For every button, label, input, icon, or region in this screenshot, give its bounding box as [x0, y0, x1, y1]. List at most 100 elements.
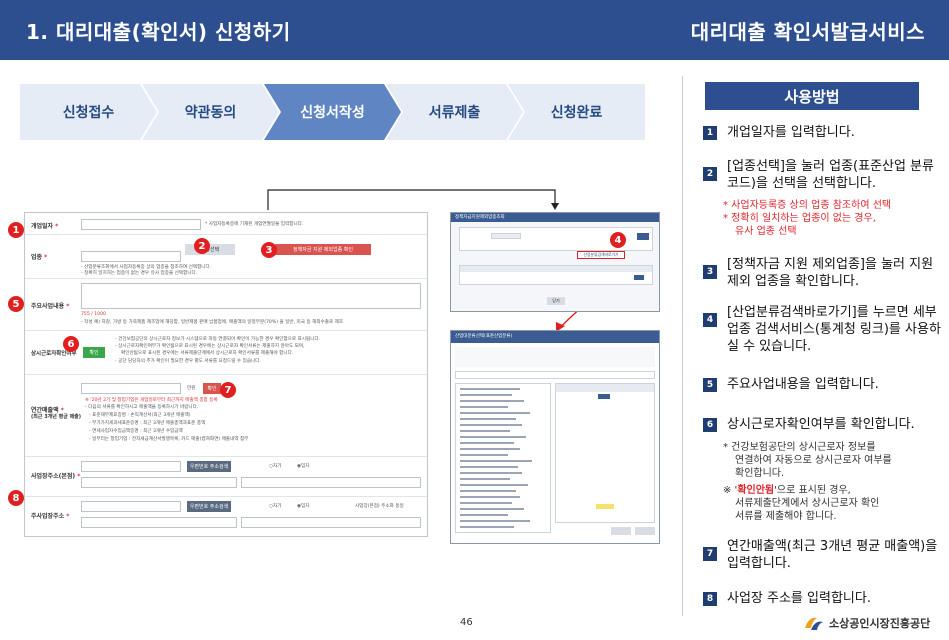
main-address-search-button[interactable]: 우편번호 주소검색: [187, 501, 231, 512]
detail-table-header: [556, 384, 654, 392]
sales-hint-3: - 부가가치세과세표준증명 : 최근 3개년 매출총액과표준 총액: [89, 421, 206, 426]
address-detail-1[interactable]: [81, 477, 237, 488]
sales-hint-5: - 일부터는 창업기업 : 전자세금계산서발행목록, 카드 매출(캡쳐화면) 매…: [89, 437, 249, 442]
callout-8: 8: [8, 490, 24, 506]
window2-select-button[interactable]: [611, 527, 631, 535]
window2-close-button[interactable]: [635, 527, 655, 535]
workers-hint-4: - 공단 담당자의 추가 확인이 필요한 경우 별도 서류를 요청드릴 수 있습…: [115, 359, 261, 364]
rent-radio[interactable]: ◉임차: [297, 463, 309, 470]
industry-label: 업종 *: [31, 254, 48, 261]
application-form: 개업일자 * * 사업자등록증에 기재된 개업연월일을 입력합니다. 업종 * …: [24, 212, 428, 537]
open-date-input[interactable]: [81, 219, 201, 230]
instruction-text: 연간매출액(최근 3개년 평균 매출액)을 입력합니다.: [727, 539, 938, 571]
sales-input[interactable]: [81, 383, 181, 394]
window-close-button[interactable]: 닫기: [547, 297, 565, 305]
category-tree[interactable]: [455, 383, 551, 533]
detail-highlight: [596, 504, 614, 509]
workers-hint-2: - 상시근로자확인여부가 확인됨으로 표시된 경우에는 상시근로자 확인서류는 …: [115, 344, 305, 349]
callout-7: 7: [220, 382, 236, 398]
callout-2: 2: [194, 238, 210, 254]
window-search-bar[interactable]: [455, 371, 655, 379]
step-label: 신청접수: [62, 105, 115, 121]
industry-search-link-button[interactable]: 산업분류검색바로가기: [577, 251, 625, 259]
org-logo: 소상공인시장진흥공단: [803, 614, 930, 632]
business-textarea[interactable]: [81, 283, 421, 309]
address-label: 사업장주소(본점) *: [31, 473, 81, 480]
callout-3: 3: [261, 242, 277, 258]
usage-panel-title: 사용방법: [705, 82, 919, 110]
window-search-input[interactable]: [491, 233, 521, 239]
open-date-label: 개업일자 *: [31, 223, 59, 230]
industry-input[interactable]: [81, 251, 181, 262]
step-label: 서류제출: [428, 105, 481, 121]
business-hint: - 작성 예) 자갈, 가방 등 가죽제품 제조업에 해당함, 일반제품 판매 …: [81, 320, 344, 325]
instruction-number: 8: [703, 592, 717, 606]
industry-hint-2: - 정확히 일치하는 업종이 없는 경우 유사 업종을 선택합니다.: [81, 271, 198, 276]
address-input[interactable]: [81, 461, 181, 472]
window-select-button[interactable]: [634, 275, 644, 280]
char-counter: 755 / 1000: [81, 312, 106, 317]
note-2-2: * 정확히 일치하는 업종이 없는 경우,: [723, 213, 876, 224]
main-address-detail-2[interactable]: [241, 517, 421, 528]
step-label: 약관동의: [184, 105, 237, 121]
exclusion-industry-window: 정책자금지원제외업종조회 산업분류검색바로가기 닫기: [450, 212, 660, 312]
note-6-2: 연결하여 자동으로 상시근로자 여부를: [735, 455, 892, 466]
instruction-text: 주요사업내용을 입력합니다.: [727, 377, 879, 392]
sales-confirm-button[interactable]: 확인: [203, 383, 221, 394]
industry-exclusion-check-button[interactable]: 정책자금 지원 제외업종 확인: [275, 244, 371, 255]
address-detail-2[interactable]: [241, 477, 421, 488]
instruction-text: [산업분류검색바로가기]를 누르면 세부업종 검색서비스(통계청 링크)를 사용…: [727, 305, 941, 354]
sales-hint-red: ※ '20년 2기 및 창업기업은 개업일로부터 최근까지 매출액 총합 등록: [85, 398, 218, 403]
main-rent-radio[interactable]: ◉임차: [297, 503, 309, 510]
main-address-detail-1[interactable]: [81, 517, 237, 528]
instruction-number: 3: [703, 265, 717, 279]
own-radio[interactable]: ○자가: [269, 463, 281, 470]
open-date-hint: * 사업자등록증에 기재된 개업연월일을 입력합니다.: [205, 222, 304, 227]
row-address: 사업장주소(본점) * 우편번호 주소검색 ○자가 ◉임차: [25, 457, 427, 497]
instruction-text: [정책자금 지원 제외업종]을 눌러 지원제외 업종을 확인합니다.: [727, 257, 934, 289]
callout-6: 6: [63, 336, 79, 352]
page: 1. 대리대출(확인서) 신청하기 대리대출 확인서발급서비스 신청접수 약관동…: [0, 0, 949, 640]
instruction-number: 2: [703, 167, 717, 181]
window-search-button[interactable]: [637, 233, 649, 240]
sales-hint-1: - 다음의 서류를 확인하시고 매출액을 등록하시기 바랍니다.: [85, 405, 199, 410]
same-address-checkbox[interactable]: 사업장(본점) 주소와 동일: [355, 503, 404, 510]
note-2-3: 유사 업종 선택: [735, 226, 797, 237]
sales-unit: 만원: [187, 386, 196, 391]
note-2-1: * 사업자등록증 상의 업종 참조하여 선택: [723, 200, 892, 211]
window-title: 산업대분류선택(표준산업분류): [451, 331, 659, 343]
sales-label-sub: (최근 3개년 평균 매출): [31, 414, 82, 420]
category-detail-table: [555, 383, 655, 523]
business-label: 주요사업내용 *: [31, 303, 70, 310]
instruction-number: 7: [703, 547, 717, 561]
row-main-address: 주사업장주소 * 우편번호 주소검색 ○자가 ◉임차 사업장(본점) 주소와 동…: [25, 497, 427, 537]
main-address-label: 주사업장주소 *: [31, 513, 70, 520]
instruction-number: 6: [703, 418, 717, 432]
sales-hint-2: - 표준재무제표증명 : 손익계산서(최근 3개년 매출액): [89, 413, 191, 418]
note-6-1: * 건강보험공단의 상시근로자 정보를: [723, 442, 876, 453]
page-number: 46: [460, 617, 473, 628]
workers-confirm-badge: 확인: [83, 347, 105, 358]
tree-lines: [460, 388, 532, 528]
instruction-number: 1: [703, 126, 717, 140]
instruction-number: 5: [703, 378, 717, 392]
industry-classification-window: 산업대분류선택(표준산업분류): [450, 330, 660, 544]
window-title: 정책자금지원제외업종조회: [451, 213, 659, 222]
main-own-radio[interactable]: ○자가: [269, 503, 281, 510]
main-address-input[interactable]: [81, 501, 181, 512]
note-6-6: 서류를 제출해야 합니다.: [735, 511, 837, 522]
address-search-button[interactable]: 우편번호 주소검색: [187, 461, 231, 472]
step-label: 신청완료: [550, 105, 603, 121]
window-table-header: [460, 266, 652, 272]
industry-select-button[interactable]: 업종선택: [185, 244, 235, 255]
org-name: 소상공인시장진흥공단: [829, 617, 931, 630]
note-6-4: ※ '확인안됨'으로 표시된 경우,: [723, 485, 851, 496]
callout-1: 1: [8, 222, 24, 238]
detail-code-chip: [598, 394, 610, 399]
step-label: 신청서작성: [300, 105, 365, 121]
logo-icon: [805, 617, 823, 630]
row-industry: 업종 * 업종선택 정책자금 지원 제외업종 확인 - 산업분류조회에서 사업자…: [25, 235, 427, 279]
window-result-table: [459, 265, 653, 285]
sales-hint-4: - 면세사업자수입금액증명 : 최근 3개년 수입금액: [89, 429, 183, 434]
instruction-number: 4: [703, 313, 717, 327]
